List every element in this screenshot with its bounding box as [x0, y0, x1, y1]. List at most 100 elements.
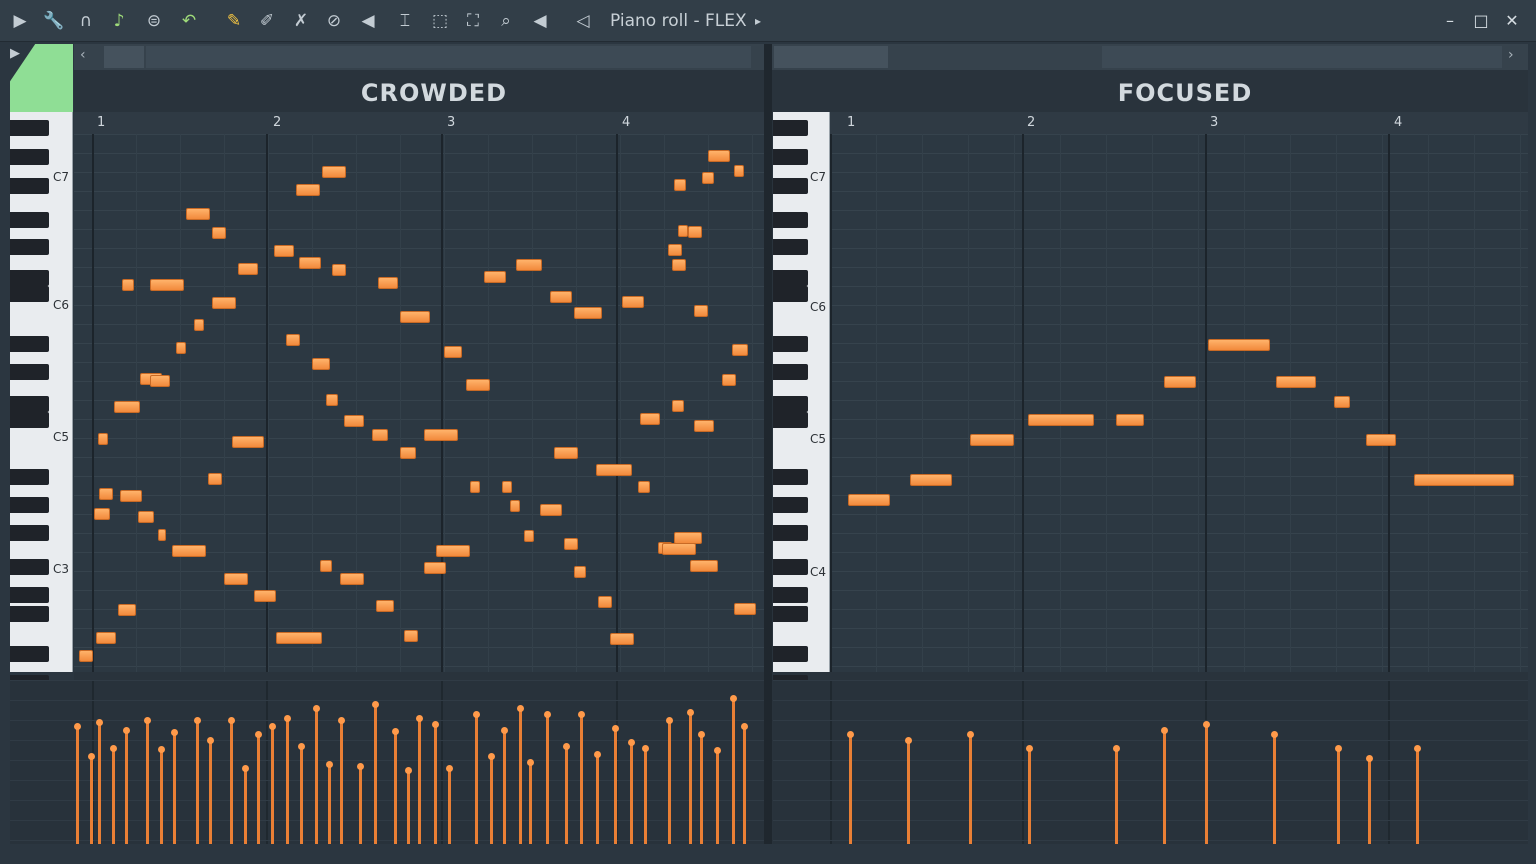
- note[interactable]: [970, 434, 1014, 446]
- playback-icon[interactable]: ◁: [571, 9, 595, 33]
- slice-icon[interactable]: ⌶: [393, 9, 417, 33]
- black-key[interactable]: [773, 212, 809, 228]
- black-key[interactable]: [773, 270, 809, 286]
- note[interactable]: [378, 277, 398, 289]
- note[interactable]: [1366, 434, 1396, 446]
- scroll-thumb[interactable]: [774, 46, 888, 68]
- velocity-stem[interactable]: [1161, 727, 1168, 844]
- velocity-stem[interactable]: [372, 701, 379, 844]
- note[interactable]: [574, 566, 586, 578]
- note[interactable]: [79, 650, 93, 662]
- note[interactable]: [672, 259, 686, 271]
- note[interactable]: [502, 481, 512, 493]
- horizontal-scrollbar[interactable]: ‹: [74, 44, 764, 70]
- black-key[interactable]: [773, 149, 809, 165]
- note[interactable]: [564, 538, 578, 550]
- black-key[interactable]: [10, 364, 50, 380]
- velocity-stem[interactable]: [714, 747, 721, 844]
- note[interactable]: [668, 244, 682, 256]
- note-grid[interactable]: [74, 134, 764, 672]
- scroll-thumb[interactable]: [104, 46, 144, 68]
- velocity-stem[interactable]: [284, 715, 291, 844]
- play-arrow-icon[interactable]: ▶: [8, 9, 32, 33]
- note[interactable]: [444, 346, 462, 358]
- note[interactable]: [120, 490, 142, 502]
- note[interactable]: [212, 227, 226, 239]
- note[interactable]: [732, 344, 748, 356]
- velocity-stem[interactable]: [338, 717, 345, 844]
- note[interactable]: [516, 259, 542, 271]
- velocity-stem[interactable]: [405, 767, 412, 844]
- black-key[interactable]: [10, 120, 50, 136]
- close-button[interactable]: ✕: [1500, 9, 1524, 33]
- note[interactable]: [224, 573, 248, 585]
- note[interactable]: [99, 488, 113, 500]
- black-key[interactable]: [10, 396, 50, 412]
- note[interactable]: [674, 179, 686, 191]
- note[interactable]: [1276, 376, 1316, 388]
- note[interactable]: [722, 374, 736, 386]
- velocity-stem[interactable]: [847, 731, 854, 844]
- note[interactable]: [910, 474, 952, 486]
- velocity-stem[interactable]: [242, 765, 249, 844]
- velocity-stem[interactable]: [357, 763, 364, 844]
- black-key[interactable]: [773, 606, 809, 622]
- velocity-stem[interactable]: [171, 729, 178, 844]
- velocity-stem[interactable]: [416, 715, 423, 844]
- note[interactable]: [596, 464, 632, 476]
- note[interactable]: [550, 291, 572, 303]
- velocity-stem[interactable]: [1026, 745, 1033, 844]
- note-icon[interactable]: ♪: [107, 9, 131, 33]
- note[interactable]: [299, 257, 321, 269]
- note[interactable]: [1414, 474, 1514, 486]
- bar-ruler[interactable]: 1 2 3 4: [74, 112, 764, 134]
- velocity-stem[interactable]: [1203, 721, 1210, 844]
- magnet-icon[interactable]: ∩: [74, 9, 98, 33]
- piano-keyboard[interactable]: C7 C6 C5 C4: [773, 112, 830, 758]
- note[interactable]: [436, 545, 470, 557]
- note[interactable]: [540, 504, 562, 516]
- black-key[interactable]: [10, 149, 50, 165]
- minimize-button[interactable]: –: [1438, 9, 1462, 33]
- note[interactable]: [286, 334, 300, 346]
- note-grid[interactable]: [830, 134, 1528, 672]
- note[interactable]: [332, 264, 346, 276]
- black-key[interactable]: [773, 587, 809, 603]
- velocity-stem[interactable]: [228, 717, 235, 844]
- black-key[interactable]: [10, 336, 50, 352]
- bar-ruler[interactable]: 1 2 3 4: [830, 112, 1528, 134]
- speaker-mute-icon[interactable]: ◀: [356, 9, 380, 33]
- black-key[interactable]: [10, 239, 50, 255]
- black-key[interactable]: [773, 364, 809, 380]
- note[interactable]: [194, 319, 204, 331]
- note[interactable]: [424, 429, 458, 441]
- title-arrow-icon[interactable]: ▸: [746, 9, 770, 33]
- velocity-stem[interactable]: [144, 717, 151, 844]
- piano-keyboard[interactable]: C7 C6 C5 C3: [10, 112, 73, 758]
- mute-icon[interactable]: ⊘: [322, 9, 346, 33]
- select-icon[interactable]: ⬚: [428, 9, 452, 33]
- velocity-stem[interactable]: [517, 705, 524, 844]
- note[interactable]: [94, 508, 110, 520]
- velocity-stem[interactable]: [158, 746, 165, 844]
- velocity-stem[interactable]: [432, 721, 439, 844]
- velocity-stem[interactable]: [905, 737, 912, 844]
- note[interactable]: [1334, 396, 1350, 408]
- delete-icon[interactable]: ✗: [289, 9, 313, 33]
- note[interactable]: [114, 401, 140, 413]
- black-key[interactable]: [10, 469, 50, 485]
- note[interactable]: [376, 600, 394, 612]
- velocity-stem[interactable]: [255, 731, 262, 844]
- note[interactable]: [150, 375, 170, 387]
- velocity-stem[interactable]: [326, 761, 333, 844]
- wrench-icon[interactable]: 🔧: [42, 9, 66, 33]
- velocity-stem[interactable]: [594, 751, 601, 844]
- note[interactable]: [690, 560, 718, 572]
- zoom-icon[interactable]: ⛶: [461, 9, 485, 33]
- velocity-stem[interactable]: [666, 717, 673, 844]
- velocity-stem[interactable]: [88, 753, 95, 844]
- black-key[interactable]: [773, 396, 809, 412]
- note[interactable]: [320, 560, 332, 572]
- black-key[interactable]: [773, 286, 809, 302]
- note[interactable]: [118, 604, 136, 616]
